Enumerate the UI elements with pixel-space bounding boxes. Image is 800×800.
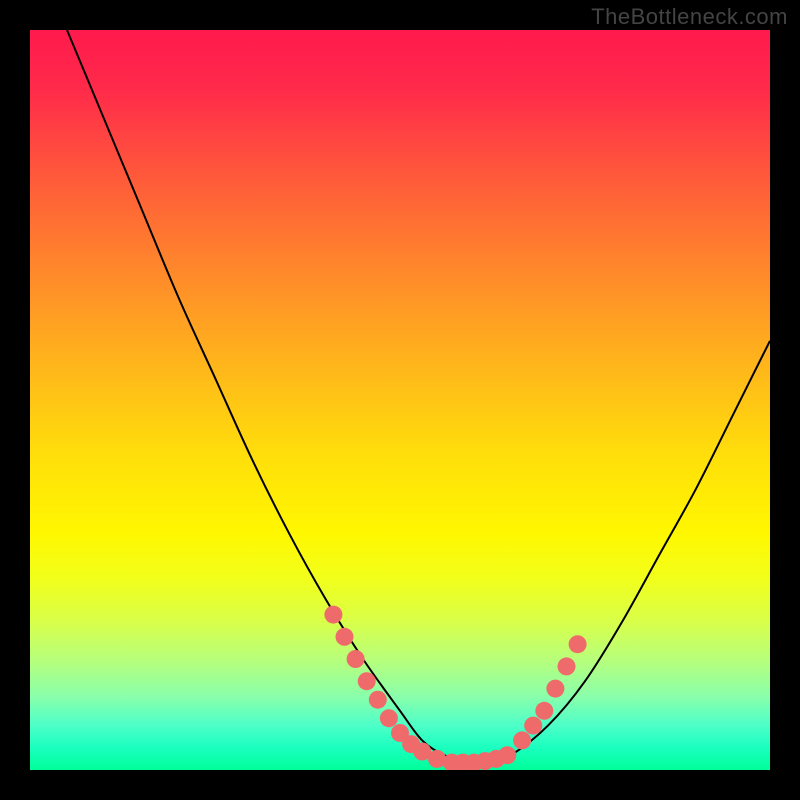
- marker-dot: [524, 717, 542, 735]
- marker-dot: [546, 680, 564, 698]
- marker-dot: [358, 672, 376, 690]
- marker-dot: [347, 650, 365, 668]
- bottleneck-curve: [67, 30, 770, 764]
- curve-markers: [324, 606, 586, 770]
- marker-dot: [535, 702, 553, 720]
- watermark-text: TheBottleneck.com: [591, 4, 788, 30]
- marker-dot: [513, 731, 531, 749]
- marker-dot: [336, 628, 354, 646]
- marker-dot: [558, 657, 576, 675]
- chart-svg: [30, 30, 770, 770]
- marker-dot: [498, 746, 516, 764]
- marker-dot: [380, 709, 398, 727]
- marker-dot: [369, 691, 387, 709]
- marker-dot: [324, 606, 342, 624]
- marker-dot: [569, 635, 587, 653]
- chart-plot-area: [30, 30, 770, 770]
